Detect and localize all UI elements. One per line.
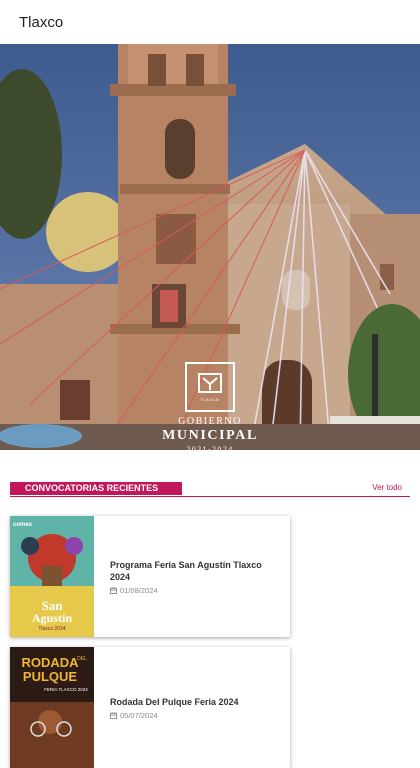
card-title[interactable]: Programa Feria San Agustín Tlaxco 2024 [110,559,280,583]
poster-san-agustin: comex San Agustín Tlaxco 2024 [10,516,94,637]
logo-line-municipal: MUNICIPAL [162,428,258,443]
logo-line-gobierno: GOBIERNO [178,416,242,427]
hero-banner[interactable]: TLAXCO GOBIERNO MUNICIPAL 2021-2024 [0,44,420,450]
see-all-link[interactable]: Ver todo [372,483,402,492]
card-title[interactable]: Rodada Del Pulque Feria 2024 [110,696,239,708]
card-date-text: 05/07/2024 [120,710,158,720]
municipal-logo: TLAXCO GOBIERNO MUNICIPAL 2021-2024 [0,362,420,450]
convocatoria-card[interactable]: RODADA DEL PULQUE FERIA TLAXCO 2024 Roda… [10,647,290,768]
calendar-icon [110,711,117,719]
card-thumbnail[interactable]: comex San Agustín Tlaxco 2024 [10,516,94,637]
calendar-icon [110,586,117,594]
card-date-text: 01/08/2024 [120,585,158,595]
section-header: CONVOCATORIAS RECIENTES Ver todo [10,482,410,497]
poster-line-2: Agustín [32,611,72,625]
logo-line-period: 2021-2024 [186,445,234,450]
app-header: Tlaxco [0,0,420,44]
logo-town: TLAXCO [200,397,220,402]
poster-line-3: DEL [77,656,87,662]
poster-rodada-pulque: RODADA DEL PULQUE FERIA TLAXCO 2024 [10,647,94,768]
app-title: Tlaxco [19,13,64,31]
card-thumbnail[interactable]: RODADA DEL PULQUE FERIA TLAXCO 2024 [10,647,94,768]
poster-line-1: RODADA [21,655,79,670]
poster-line-3: Tlaxco 2024 [38,626,65,632]
section-title: CONVOCATORIAS RECIENTES [10,482,182,495]
convocatoria-card[interactable]: comex San Agustín Tlaxco 2024 Programa F… [10,516,290,637]
poster-line-4: FERIA TLAXCO 2024 [44,687,88,692]
card-info: Programa Feria San Agustín Tlaxco 2024 0… [94,516,290,637]
emblem-glyph [198,373,222,393]
card-date: 01/08/2024 [110,586,280,595]
card-info: Rodada Del Pulque Feria 2024 05/07/2024 [94,647,249,768]
poster-brand: comex [13,522,33,528]
card-date: 05/07/2024 [110,711,239,720]
poster-line-2: PULQUE [23,669,78,684]
logo-emblem: TLAXCO [185,362,235,412]
